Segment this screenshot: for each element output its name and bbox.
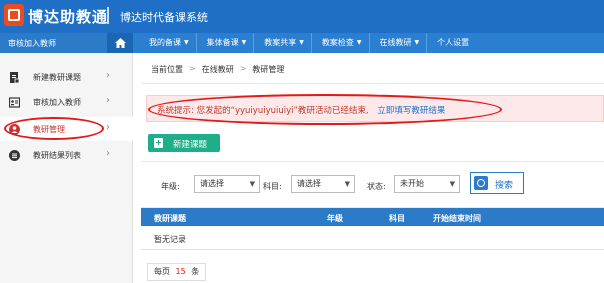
chevron-down-icon: ▼ bbox=[249, 180, 255, 188]
new-topic-label: 新建课题 bbox=[173, 140, 208, 150]
system-notice: 系统提示: 您发起的“yyuiyuiyuiuiyi”教研活动已经结束, 立即填写… bbox=[146, 95, 604, 122]
sidebar: 新建教研课题 › 审核加入教师 › 教研管理 › 教研结果列表 › bbox=[0, 53, 133, 283]
sidebar-item-label: 教研管理 bbox=[33, 125, 65, 134]
nav-item-plan-sharing[interactable]: 教案共享 ▼ bbox=[254, 33, 312, 53]
column-header: 年级 bbox=[327, 214, 343, 223]
filter-bar: 年级: 请选择 ▼ 科目: 请选择 ▼ 状态: 未开始 ▼ 搜索 bbox=[141, 161, 604, 208]
notice-message: 您发起的“yyuiyuiyuiuiyi”教研活动已经结束, bbox=[196, 106, 369, 116]
nav-item-group-lessons[interactable]: 集体备课 ▼ bbox=[197, 33, 255, 53]
breadcrumb-item: 当前位置 bbox=[151, 65, 183, 74]
nav-item-plan-check[interactable]: 教案检查 ▼ bbox=[312, 33, 370, 53]
chevron-right-icon: › bbox=[106, 148, 110, 159]
new-topic-button[interactable]: 新建课题 bbox=[148, 134, 220, 152]
main-navbar: 审核加入教师 我的备课 ▼ 集体备课 ▼ 教案共享 ▼ 教案检查 ▼ 在线教研 ▼ 个人设… bbox=[0, 33, 604, 53]
chevron-down-icon: ▼ bbox=[414, 39, 420, 46]
chevron-down-icon: ▼ bbox=[356, 39, 362, 46]
search-icon bbox=[474, 176, 488, 190]
grade-select-value: 请选择 bbox=[200, 179, 224, 188]
status-select[interactable]: 未开始 ▼ bbox=[394, 175, 460, 193]
table-header: 教研课题 年级 科目 开始结束时间 bbox=[141, 208, 604, 226]
sidebar-item-label: 审核加入教师 bbox=[33, 98, 81, 107]
main-content: 当前位置 > 在线教研 > 教研管理 系统提示: 您发起的“yyuiyuiyui… bbox=[141, 53, 604, 283]
system-subtitle: 博达时代备课系统 bbox=[120, 11, 208, 24]
column-header: 开始结束时间 bbox=[433, 214, 481, 223]
sidebar-title: 审核加入教师 bbox=[8, 39, 56, 48]
nav-item-label: 个人设置 bbox=[437, 38, 470, 47]
id-card-icon bbox=[9, 97, 20, 108]
sidebar-item-new-topic[interactable]: 新建教研课题 › bbox=[0, 65, 133, 89]
chevron-right-icon: › bbox=[106, 95, 110, 106]
breadcrumb-item: 教研管理 bbox=[252, 65, 285, 74]
nav-item-label: 教案检查 bbox=[321, 38, 354, 47]
chevron-right-icon: › bbox=[106, 70, 110, 81]
search-button[interactable]: 搜索 bbox=[470, 172, 524, 194]
pager-suffix: 条 bbox=[191, 267, 200, 276]
subject-label: 科目: bbox=[263, 182, 282, 191]
sidebar-item-review-teachers[interactable]: 审核加入教师 › bbox=[0, 90, 133, 114]
nav-item-label: 在线教研 bbox=[379, 38, 412, 47]
sidebar-item-research-results[interactable]: 教研结果列表 › bbox=[0, 143, 133, 167]
logo-text: 博达助教通 bbox=[28, 8, 109, 26]
nav-item-personal-settings[interactable]: 个人设置 bbox=[427, 33, 476, 53]
chevron-right-icon: > bbox=[189, 64, 196, 73]
pager: 每页 15 条 bbox=[147, 263, 207, 281]
sidebar-item-research-manage[interactable]: 教研管理 › bbox=[0, 117, 133, 141]
breadcrumb-item[interactable]: 在线教研 bbox=[202, 64, 234, 75]
chevron-right-icon: › bbox=[106, 122, 110, 133]
subject-select[interactable]: 请选择 ▼ bbox=[291, 175, 355, 193]
top-header: 博达助教通 博达时代备课系统 bbox=[0, 0, 604, 33]
breadcrumb: 当前位置 > 在线教研 > 教研管理 bbox=[151, 64, 284, 75]
logo-divider bbox=[107, 7, 109, 24]
grade-label: 年级: bbox=[161, 182, 180, 191]
chevron-down-icon: ▼ bbox=[449, 180, 455, 188]
add-file-icon bbox=[154, 138, 163, 148]
column-header: 科目 bbox=[389, 214, 405, 223]
home-icon bbox=[115, 38, 126, 48]
chevron-down-icon: ▼ bbox=[299, 39, 304, 46]
status-label: 状态: bbox=[367, 182, 386, 191]
grade-select[interactable]: 请选择 ▼ bbox=[194, 175, 260, 193]
empty-text: 暂无记录 bbox=[154, 235, 186, 244]
search-label: 搜索 bbox=[495, 181, 514, 191]
chevron-down-icon: ▼ bbox=[241, 39, 247, 46]
table-empty-row: 暂无记录 bbox=[141, 226, 604, 250]
nav-menu: 我的备课 ▼ 集体备课 ▼ 教案共享 ▼ 教案检查 ▼ 在线教研 ▼ 个人设置 bbox=[139, 33, 476, 53]
sidebar-header: 审核加入教师 bbox=[0, 33, 133, 53]
nav-item-label: 教案共享 bbox=[264, 38, 297, 47]
nav-item-label: 集体备课 bbox=[206, 38, 239, 47]
nav-item-online-research[interactable]: 在线教研 ▼ bbox=[370, 33, 428, 53]
list-circle-icon bbox=[9, 150, 20, 161]
sidebar-item-label: 新建教研课题 bbox=[33, 73, 81, 82]
divider bbox=[141, 83, 604, 84]
sidebar-item-label: 教研结果列表 bbox=[33, 151, 81, 160]
column-header: 教研课题 bbox=[154, 214, 186, 223]
pager-prefix: 每页 bbox=[154, 267, 170, 276]
file-edit-icon bbox=[10, 72, 20, 83]
subject-select-value: 请选择 bbox=[297, 179, 321, 188]
nav-item-label: 我的备课 bbox=[149, 38, 181, 47]
chevron-right-icon: > bbox=[239, 64, 247, 73]
chevron-down-icon: ▼ bbox=[184, 39, 189, 46]
nav-item-my-lessons[interactable]: 我的备课 ▼ bbox=[139, 33, 197, 53]
per-page-value[interactable]: 15 bbox=[176, 267, 186, 276]
fill-result-link[interactable]: 立即填写教研结果 bbox=[377, 106, 445, 116]
notice-text: 系统提示: 您发起的“yyuiyuiyuiuiyi”教研活动已经结束, 立即填写… bbox=[157, 104, 445, 116]
user-circle-icon bbox=[9, 124, 20, 135]
chevron-down-icon: ▼ bbox=[344, 180, 350, 188]
notice-prefix: 系统提示: bbox=[157, 106, 194, 116]
home-button[interactable] bbox=[107, 33, 133, 53]
status-select-value: 未开始 bbox=[400, 179, 424, 188]
logo-icon bbox=[4, 4, 24, 26]
